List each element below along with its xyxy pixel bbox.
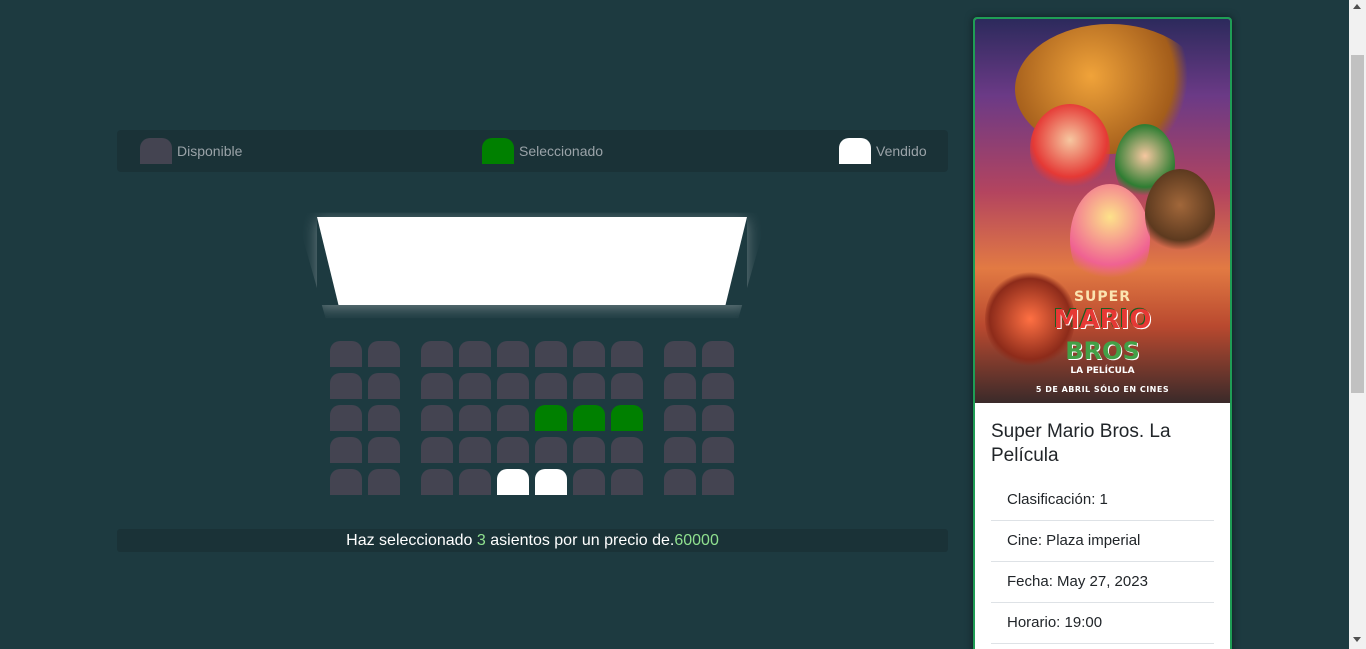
seat-legend: Disponible Seleccionado Vendido [117,130,948,172]
seat-available[interactable] [497,405,529,431]
poster-title-line-4: LA PELÍCULA [1070,366,1135,376]
movie-card-body: Super Mario Bros. La Película Clasificac… [991,420,1214,644]
seat-selected[interactable] [611,405,643,431]
seat-available[interactable] [611,373,643,399]
movie-card: SUPER MARIO BROS LA PELÍCULA 5 DE ABRIL … [973,17,1232,649]
poster-dk-figure [1145,169,1215,259]
legend-available-seat-icon [140,138,172,164]
seat-available[interactable] [368,341,400,367]
seat-available[interactable] [611,341,643,367]
seat-available[interactable] [535,341,567,367]
summary-prefix: Haz seleccionado [346,532,477,549]
seat-available[interactable] [497,437,529,463]
seat-selected[interactable] [535,405,567,431]
seat-available[interactable] [459,469,491,495]
selection-summary: Haz seleccionado 3 asientos por un preci… [117,529,948,552]
legend-available: Disponible [140,138,242,164]
seat-available[interactable] [459,437,491,463]
seat-available[interactable] [421,405,453,431]
seat-available[interactable] [664,405,696,431]
seat-available[interactable] [330,437,362,463]
seat-available[interactable] [535,373,567,399]
seat-available[interactable] [459,341,491,367]
seat-available[interactable] [573,469,605,495]
poster-release-line: 5 DE ABRIL SÓLO EN CINES [1035,385,1170,394]
seat-sold [535,469,567,495]
seat-available[interactable] [664,469,696,495]
legend-selected-seat-icon [482,138,514,164]
seat-available[interactable] [421,373,453,399]
legend-sold-label: Vendido [876,143,927,159]
movie-info-rating: Clasificación: 1 [991,480,1214,521]
legend-sold-seat-icon [839,138,871,164]
seat-available[interactable] [421,469,453,495]
summary-middle: asientos por un precio de. [485,532,675,549]
seat-available[interactable] [330,341,362,367]
movie-info-date: Fecha: May 27, 2023 [991,562,1214,603]
movie-poster: SUPER MARIO BROS LA PELÍCULA 5 DE ABRIL … [975,19,1230,403]
legend-selected-label: Seleccionado [519,143,604,159]
poster-title-line-1: SUPER [1073,289,1132,305]
seat-available[interactable] [330,373,362,399]
seat-sold [497,469,529,495]
movie-info-cinema: Cine: Plaza imperial [991,521,1214,562]
scroll-down-arrow-icon[interactable] [1353,637,1361,642]
legend-selected: Seleccionado [482,138,603,164]
poster-peach-figure [1070,184,1150,294]
seat-available[interactable] [611,437,643,463]
legend-sold: Vendido [839,138,927,164]
seat-available[interactable] [330,469,362,495]
seat-available[interactable] [535,437,567,463]
seat-available[interactable] [702,373,734,399]
scroll-up-arrow-icon[interactable] [1353,4,1361,9]
seat-available[interactable] [330,405,362,431]
seat-available[interactable] [664,373,696,399]
movie-info-time: Horario: 19:00 [991,603,1214,644]
seat-available[interactable] [611,469,643,495]
seat-available[interactable] [664,341,696,367]
seat-available[interactable] [497,373,529,399]
seat-available[interactable] [573,373,605,399]
legend-available-label: Disponible [177,143,243,159]
seat-available[interactable] [664,437,696,463]
total-price: 60000 [674,532,719,549]
seat-available[interactable] [421,437,453,463]
scrollbar-thumb[interactable] [1351,55,1364,393]
poster-title-line-2: MARIO [1053,305,1152,335]
poster-mario-figure [1030,104,1110,194]
movie-title: Super Mario Bros. La Película [991,421,1171,466]
seat-available[interactable] [573,437,605,463]
page-scrollbar[interactable] [1349,0,1366,649]
seat-available[interactable] [702,469,734,495]
seat-selected[interactable] [573,405,605,431]
seat-available[interactable] [459,405,491,431]
seat-available[interactable] [573,341,605,367]
seat-available[interactable] [702,341,734,367]
movie-info-list: Clasificación: 1 Cine: Plaza imperial Fe… [991,480,1214,644]
seat-available[interactable] [702,405,734,431]
seat-available[interactable] [421,341,453,367]
seat-available[interactable] [702,437,734,463]
seat-available[interactable] [497,341,529,367]
seat-available[interactable] [459,373,491,399]
cinema-screen [317,217,747,305]
seat-available[interactable] [368,373,400,399]
seat-available[interactable] [368,437,400,463]
seat-available[interactable] [368,469,400,495]
poster-title-line-3: BROS [1065,337,1140,365]
selected-count: 3 [476,532,486,549]
seat-available[interactable] [368,405,400,431]
